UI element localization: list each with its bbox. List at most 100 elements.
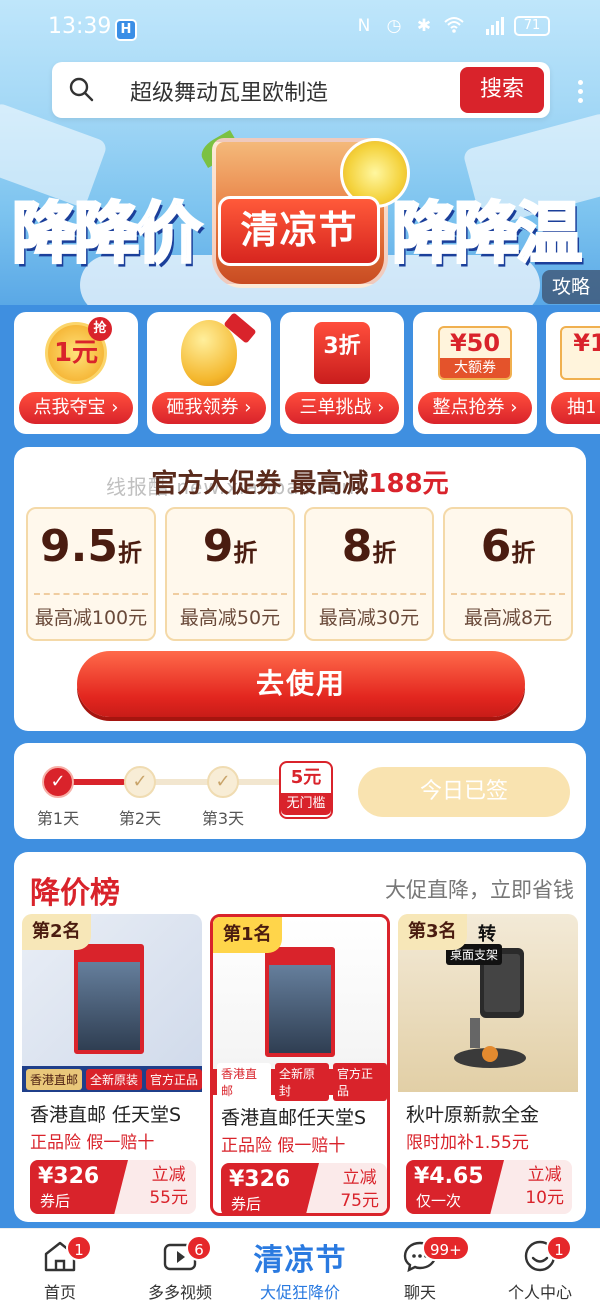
notification-badge: 1 — [66, 1235, 92, 1261]
tab-label: 多多视频 — [147, 1283, 212, 1302]
notification-app-icon: H — [115, 19, 137, 41]
coupon-ticket-icon: ¥50 大额券 — [438, 326, 512, 380]
tab-home[interactable]: 1 首页 — [0, 1229, 120, 1305]
tab-chat[interactable]: 99+ 聊天 — [360, 1229, 480, 1305]
image-tag: 香港直邮 — [26, 1068, 82, 1090]
coupon-panel-title: 官方大促券 最高减188元 — [14, 463, 586, 500]
activity-card-three-order[interactable]: 3折 三单挑战 › — [280, 312, 404, 434]
divider — [34, 593, 148, 595]
tab-videos[interactable]: 6 多多视频 — [120, 1229, 240, 1305]
activity-button[interactable]: 整点抢券 › — [418, 392, 532, 424]
price-note: 券后 — [231, 1195, 262, 1213]
activity-button[interactable]: 三单挑战 › — [285, 392, 399, 424]
festival-banner[interactable]: 13:39 H N ◷ ✱ 71 超级舞动瓦里欧制造 搜索 降降价 清凉节 降降… — [0, 0, 600, 305]
activity-button[interactable]: 砸我领券 › — [152, 392, 266, 424]
product-tag: 限时加补1.55元 — [406, 1133, 529, 1153]
notification-badge: 1 — [546, 1235, 572, 1261]
ticket-sub: 大额券 — [440, 358, 510, 378]
discount-unit: 折 — [511, 539, 536, 567]
search-button[interactable]: 搜索 — [460, 67, 544, 113]
tab-label: 首页 — [43, 1283, 76, 1302]
image-tag: 香港直邮 — [217, 1063, 271, 1101]
save-value: 10元 — [525, 1188, 564, 1208]
checked-in-today-button[interactable]: 今日已签 — [358, 767, 570, 817]
activity-card-hourly-coupon[interactable]: ¥50 大额券 整点抢券 › — [413, 312, 537, 434]
price-note: 券后 — [40, 1192, 71, 1210]
ranked-product-card[interactable]: 转 桌面支架 第3名 秋叶原新款全金 限时加补1.55元 ¥4.65 仅一次 立… — [398, 914, 578, 1216]
discount-coupon[interactable]: 8折 最高减30元 — [304, 507, 434, 641]
coupon-title-text: 官方大促券 最高减 — [151, 469, 369, 499]
product-tag: 正品险 假一赔十 — [30, 1133, 155, 1153]
activity-card-treasure[interactable]: 1元 抢 点我夺宝 › — [14, 312, 138, 434]
product-name: 香港直邮任天堂S — [221, 1107, 367, 1129]
tab-profile[interactable]: 1 个人中心 — [480, 1229, 600, 1305]
product-name: 香港直邮 任天堂S — [30, 1104, 182, 1126]
notification-badge: 99+ — [422, 1235, 470, 1261]
divider — [173, 593, 287, 595]
strategy-button[interactable]: 攻略 — [542, 270, 600, 304]
reward-value: 5元 — [290, 767, 322, 788]
daily-checkin: ✓ ✓ ✓ 第1天 第2天 第3天 5元 无门槛 今日已签 — [14, 743, 586, 839]
discount-cap: 最高减30元 — [318, 607, 420, 629]
discount-value: 8 — [341, 521, 373, 572]
ticket-value: ¥50 — [449, 329, 501, 357]
discount-coupon[interactable]: 9折 最高减50元 — [165, 507, 295, 641]
tab-festival[interactable]: 清凉节 大促狂降价 — [240, 1229, 360, 1305]
discount-cap: 最高减50元 — [179, 607, 281, 629]
ranking-title: 降价榜 — [30, 876, 120, 911]
activity-label: 三单挑战 — [299, 397, 372, 418]
checkin-reward-coupon: 5元 无门槛 — [279, 761, 333, 819]
activity-card-lottery[interactable]: ¥1 抽1 — [546, 312, 600, 434]
divider — [312, 593, 426, 595]
activity-button[interactable]: 抽1 — [551, 392, 600, 424]
discount-cap: 最高减100元 — [34, 607, 148, 629]
discount-unit: 折 — [233, 539, 258, 567]
tab-label: 聊天 — [403, 1283, 436, 1302]
save-value: 55元 — [149, 1188, 188, 1208]
reward-condition: 无门槛 — [281, 793, 331, 815]
ranked-product-card[interactable]: 香港直邮 全新原装 官方正品 第2名 香港直邮 任天堂S 正品险 假一赔十 ¥3… — [22, 914, 202, 1216]
product-price: ¥326 — [38, 1164, 100, 1189]
coupon-ticket-icon: ¥1 — [560, 326, 600, 380]
discount-value: 9 — [202, 521, 234, 572]
status-icons: N ◷ ✱ 71 — [354, 16, 550, 36]
status-bar: 13:39 H N ◷ ✱ 71 — [0, 0, 600, 62]
activity-button[interactable]: 点我夺宝 › — [19, 392, 133, 424]
price-bar: ¥326 券后 立减 75元 — [221, 1163, 387, 1213]
coupon-title-highlight: 188元 — [368, 469, 449, 499]
nfc-icon: N — [357, 16, 371, 36]
checkin-day-1-checked-icon: ✓ — [42, 766, 74, 798]
search-bar[interactable]: 超级舞动瓦里欧制造 搜索 — [52, 62, 550, 118]
checkin-day-label: 第1天 — [36, 809, 80, 828]
more-options-icon[interactable] — [578, 80, 584, 104]
product-price: ¥4.65 — [414, 1164, 484, 1189]
discount-coupon[interactable]: 9.5折 最高减100元 — [26, 507, 156, 641]
status-time: 13:39 — [48, 14, 112, 39]
game-box-art — [74, 944, 144, 1054]
ranking-subtitle: 大促直降，立即省钱 — [385, 878, 574, 902]
discount-unit: 折 — [117, 539, 142, 567]
coin-icon: 1元 抢 — [45, 317, 112, 384]
search-input[interactable]: 超级舞动瓦里欧制造 — [130, 75, 328, 107]
alarm-icon: ◷ — [386, 16, 402, 36]
grab-badge: 抢 — [88, 317, 112, 341]
rank-badge: 第2名 — [22, 914, 91, 950]
discount-value: 6 — [480, 521, 512, 572]
price-drop-ranking: 降价榜 大促直降，立即省钱 香港直邮 全新原装 官方正品 第2名 香港直邮 任天… — [14, 852, 586, 1222]
battery-indicator: 71 — [514, 16, 550, 36]
tab-label: 个人中心 — [507, 1283, 572, 1302]
discount-cap: 最高减8元 — [463, 607, 553, 629]
discount-coupon[interactable]: 6折 最高减8元 — [443, 507, 573, 641]
ticket-value: ¥1 — [573, 329, 600, 357]
divider — [451, 593, 565, 595]
checkin-day-2-icon: ✓ — [124, 766, 156, 798]
activity-label: 砸我领券 — [166, 397, 239, 418]
image-tag: 官方正品 — [146, 1068, 202, 1090]
activity-card-smash-egg[interactable]: 砸我领券 › — [147, 312, 271, 434]
coin-value: 1元 — [53, 338, 99, 368]
save-label: 立减 — [342, 1168, 377, 1188]
banner-slogan-left: 降降价 — [11, 194, 204, 274]
ranked-product-card[interactable]: 香港直邮 全新原封 官方正品 第1名 香港直邮任天堂S 正品险 假一赔十 ¥32… — [210, 914, 390, 1216]
price-bar: ¥326 券后 立减 55元 — [30, 1160, 196, 1214]
use-coupon-button[interactable]: 去使用 — [77, 651, 525, 717]
